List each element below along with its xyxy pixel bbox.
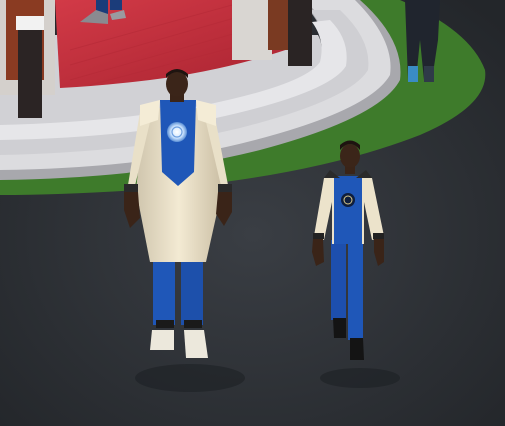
glowing-badge-icon — [167, 122, 187, 142]
pillar — [288, 0, 312, 66]
game-viewport[interactable] — [0, 0, 505, 426]
adult-boot-right — [184, 330, 208, 358]
child-boot-right — [350, 338, 364, 360]
lamp-post — [18, 20, 42, 118]
scene-canvas — [0, 0, 505, 426]
lamp-light — [16, 16, 44, 30]
stage-column — [232, 0, 272, 60]
stage-door-right — [268, 0, 288, 50]
child-shadow — [320, 368, 400, 388]
badge-icon — [341, 193, 355, 207]
adult-boot-left — [150, 330, 174, 350]
adult-shadow — [135, 364, 245, 392]
child-boot-left — [333, 318, 346, 338]
